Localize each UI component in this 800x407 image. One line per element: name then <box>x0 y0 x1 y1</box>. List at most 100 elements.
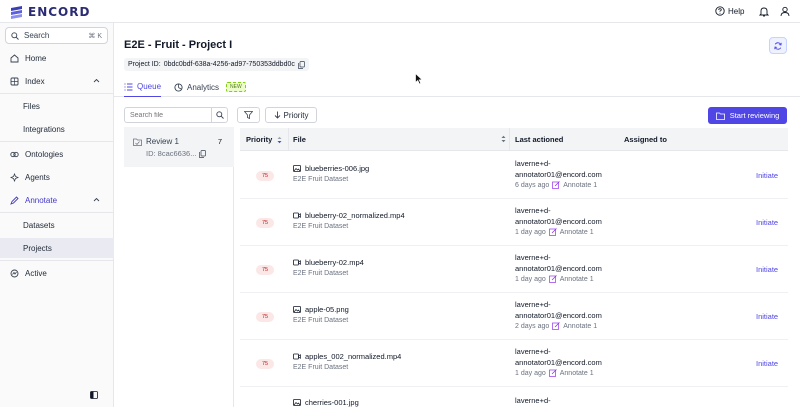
stage-id-value: ID: 8cac6636... <box>146 149 197 158</box>
initiate-link[interactable]: Initiate <box>756 359 778 368</box>
filter-icon <box>244 111 253 119</box>
project-id-label: Project ID: <box>128 61 161 68</box>
initiate-link[interactable]: Initiate <box>756 218 778 227</box>
stage-id: ID: 8cac6636... <box>133 149 225 158</box>
sidebar-item-label: Index <box>25 76 45 86</box>
actioned-user: laverne+d-annotator01@encord.com <box>515 253 602 273</box>
copy-icon[interactable] <box>298 60 305 69</box>
help-button[interactable]: Help <box>715 6 744 16</box>
column-divider <box>509 128 510 151</box>
actioned-user: laverne+d- <box>515 396 551 405</box>
index-icon <box>10 77 19 85</box>
file-name: apple-05.png <box>293 305 349 314</box>
priority-sort-button[interactable]: Priority <box>265 107 317 123</box>
actioned-user: laverne+d-annotator01@encord.com <box>515 159 602 179</box>
user-icon[interactable] <box>780 6 790 17</box>
list-icon <box>124 83 133 90</box>
sidebar-item-label: Integrations <box>23 124 65 134</box>
filter-button[interactable] <box>237 107 260 123</box>
initiate-link[interactable]: Initiate <box>756 171 778 180</box>
priority-badge: 75 <box>256 359 274 369</box>
tab-analytics[interactable]: Analytics NEW <box>174 77 246 97</box>
initiate-link[interactable]: Initiate <box>756 312 778 321</box>
column-header-label: File <box>293 135 306 144</box>
sidebar-item-agents[interactable]: Agents <box>0 167 114 187</box>
sidebar-item-active[interactable]: Active <box>0 263 114 283</box>
file-name-label: cherries-001.jpg <box>305 398 359 407</box>
sidebar-search[interactable]: Search ⌘ K <box>5 27 108 44</box>
video-icon <box>293 353 301 360</box>
actioned-stage: Annotate 1 <box>559 369 594 377</box>
divider <box>0 93 113 94</box>
help-icon <box>715 6 725 16</box>
tab-queue[interactable]: Queue <box>124 77 162 97</box>
column-header-priority[interactable]: Priority <box>246 128 282 151</box>
top-bar: ENCORD Help <box>0 0 800 23</box>
actioned-meta: 6 days ago Annotate 1 <box>515 181 597 189</box>
file-name-label: apples_002_normalized.mp4 <box>305 352 402 361</box>
refresh-button[interactable] <box>769 37 787 54</box>
annotate-icon <box>10 195 19 205</box>
sidebar-collapse-icon[interactable] <box>90 391 98 399</box>
sidebar-item-projects[interactable]: Projects <box>0 238 114 258</box>
page-title: E2E - Fruit - Project I <box>124 39 233 51</box>
sidebar-item-index[interactable]: Index <box>0 71 114 91</box>
refresh-icon <box>774 41 782 50</box>
tab-bar: Queue Analytics NEW <box>114 77 800 97</box>
tab-label: Queue <box>137 82 162 91</box>
stage-card[interactable]: Review 1 7 ID: 8cac6636... <box>124 127 234 167</box>
sidebar-item-annotate[interactable]: Annotate <box>0 190 114 210</box>
divider <box>0 212 113 213</box>
table-row[interactable]: 75 apple-05.png E2E Fruit Dataset lavern… <box>240 293 788 340</box>
sidebar-item-label: Annotate <box>25 195 58 205</box>
table-row[interactable]: 75 blueberries-006.jpg E2E Fruit Dataset… <box>240 152 788 199</box>
agents-icon <box>10 172 19 182</box>
table-row[interactable]: 75 blueberry-02_normalized.mp4 E2E Fruit… <box>240 199 788 246</box>
analytics-icon <box>174 82 183 92</box>
bell-icon[interactable] <box>759 6 769 17</box>
actioned-user: laverne+d-annotator01@encord.com <box>515 206 602 226</box>
new-badge: NEW <box>226 82 246 92</box>
encord-logo[interactable]: ENCORD <box>9 5 90 19</box>
table-header: Priority File Last actioned Assigned to <box>240 128 788 151</box>
video-icon <box>293 259 301 266</box>
column-header-label: Last actioned <box>515 135 564 144</box>
ontologies-icon <box>10 151 19 157</box>
column-header-last-actioned: Last actioned <box>515 128 563 151</box>
initiate-link[interactable]: Initiate <box>756 265 778 274</box>
actioned-meta: 2 days ago Annotate 1 <box>515 322 597 330</box>
column-header-file[interactable]: File <box>293 128 306 151</box>
sidebar-item-label: Home <box>25 53 47 63</box>
file-name-label: blueberry-02_normalized.mp4 <box>305 211 405 220</box>
sort-icon[interactable] <box>501 135 506 143</box>
sidebar-item-integrations[interactable]: Integrations <box>0 119 114 139</box>
copy-icon[interactable] <box>199 149 207 158</box>
sidebar-item-files[interactable]: Files <box>0 96 114 116</box>
divider <box>0 260 113 261</box>
search-icon <box>215 111 224 119</box>
search-file-input[interactable] <box>124 107 212 123</box>
help-label: Help <box>728 6 745 16</box>
actioned-stage: Annotate 1 <box>559 228 594 236</box>
file-name: blueberry-02_normalized.mp4 <box>293 211 405 220</box>
sidebar-item-home[interactable]: Home <box>0 48 114 68</box>
file-name: blueberry-02.mp4 <box>293 258 364 267</box>
table-row[interactable]: 75 apples_002_normalized.mp4 E2E Fruit D… <box>240 340 788 387</box>
sidebar: Search ⌘ K Home Index Files Integrations… <box>0 23 114 407</box>
start-reviewing-label: Start reviewing <box>729 111 780 120</box>
chevron-up-icon <box>93 197 100 202</box>
sidebar-item-datasets[interactable]: Datasets <box>0 215 114 235</box>
file-name: apples_002_normalized.mp4 <box>293 352 401 361</box>
sidebar-item-ontologies[interactable]: Ontologies <box>0 144 114 164</box>
sidebar-item-label: Files <box>23 101 40 111</box>
folder-icon <box>133 138 142 146</box>
table-row[interactable]: cherries-001.jpg laverne+d- <box>240 387 788 407</box>
annotate-icon <box>548 228 557 236</box>
stages-panel: Review 1 7 ID: 8cac6636... <box>124 127 234 407</box>
start-reviewing-button[interactable]: Start reviewing <box>708 107 787 124</box>
table-row[interactable]: 75 blueberry-02.mp4 E2E Fruit Dataset la… <box>240 246 788 293</box>
file-name-label: apple-05.png <box>305 305 349 314</box>
file-name-label: blueberries-006.jpg <box>305 164 370 173</box>
search-file-button[interactable] <box>211 107 228 123</box>
home-icon <box>10 53 19 62</box>
